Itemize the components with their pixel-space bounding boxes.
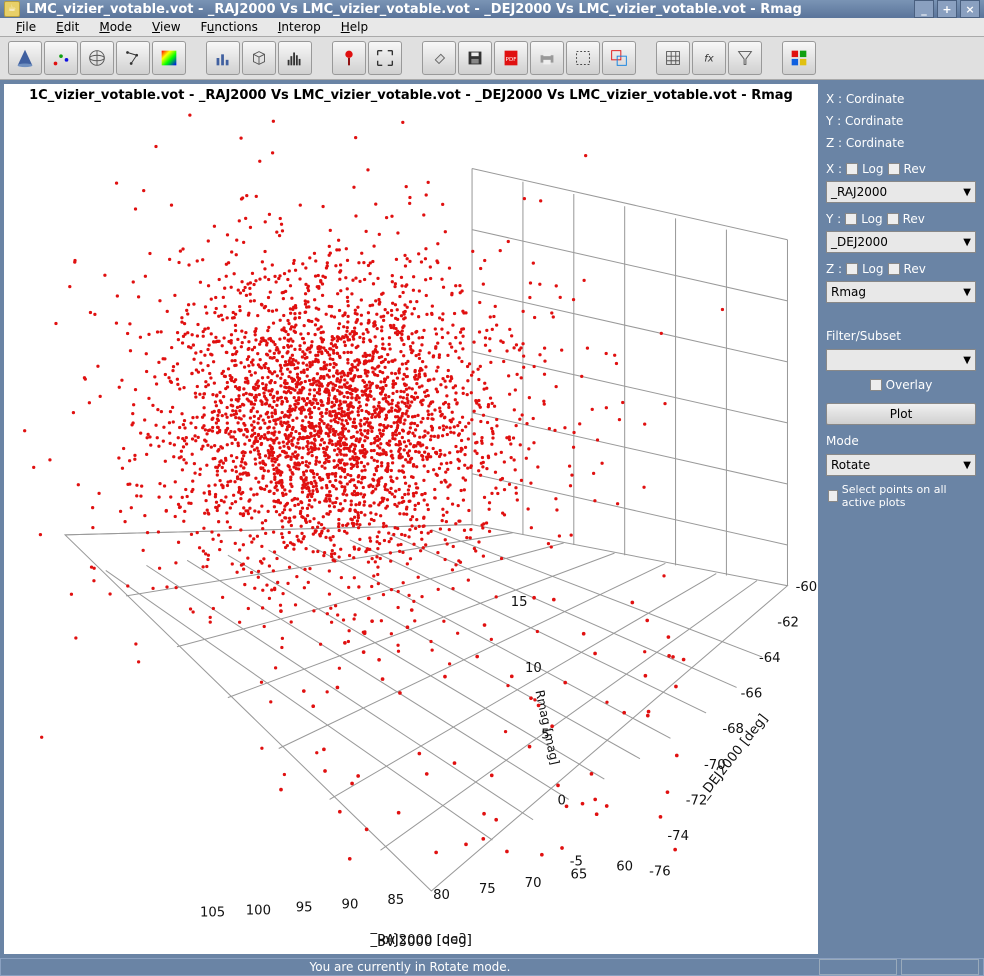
status-box-2 — [901, 959, 979, 975]
svg-text:75: 75 — [479, 882, 496, 897]
select-region-icon[interactable] — [566, 41, 600, 75]
globe-icon[interactable] — [80, 41, 114, 75]
svg-text:0: 0 — [558, 793, 566, 808]
pdf-icon[interactable]: PDF — [494, 41, 528, 75]
filter-label: Filter/Subset — [826, 329, 976, 343]
window-title: LMC_vizier_votable.vot - _RAJ2000 Vs LMC… — [26, 2, 911, 17]
svg-text:-62: -62 — [777, 615, 799, 630]
cone-icon[interactable] — [8, 41, 42, 75]
svg-text:-66: -66 — [741, 687, 763, 702]
svg-text:-60: -60 — [796, 580, 818, 595]
z-axis-select[interactable]: Rmag▼ — [826, 281, 976, 303]
svg-text:105: 105 — [200, 905, 225, 920]
y-axis-select[interactable]: _DEJ2000▼ — [826, 231, 976, 253]
y-rev-checkbox[interactable] — [887, 213, 899, 225]
status-bar: You are currently in Rotate mode. — [0, 958, 984, 976]
svg-text:100: 100 — [246, 903, 271, 918]
cube-icon[interactable] — [242, 41, 276, 75]
z-rev-checkbox[interactable] — [888, 263, 900, 275]
barchart-icon[interactable] — [206, 41, 240, 75]
scatter-icon[interactable] — [44, 41, 78, 75]
content-area: 1C_vizier_votable.vot - _RAJ2000 Vs LMC_… — [0, 80, 984, 958]
pin-icon[interactable] — [332, 41, 366, 75]
svg-text:-76: -76 — [649, 865, 671, 880]
status-box-1 — [819, 959, 897, 975]
svg-text:90: 90 — [342, 897, 359, 912]
grid-icon[interactable] — [656, 41, 690, 75]
funnel-icon[interactable] — [728, 41, 762, 75]
y-log-checkbox[interactable] — [845, 213, 857, 225]
plot-area[interactable]: 105100 9590 8580 7570 6560 -60-62 -64-66… — [4, 106, 818, 954]
z-axis-row: Z : Log Rev — [826, 262, 976, 276]
print-icon[interactable] — [530, 41, 564, 75]
eraser-icon[interactable] — [422, 41, 456, 75]
menu-edit[interactable]: Edit — [46, 18, 89, 36]
menu-view[interactable]: View — [142, 18, 190, 36]
svg-text:65: 65 — [570, 868, 587, 883]
constellation-icon[interactable] — [116, 41, 150, 75]
svg-text:Rmag [mag]: Rmag [mag] — [532, 689, 562, 766]
svg-text:95: 95 — [296, 900, 313, 915]
svg-text:PDF: PDF — [506, 57, 517, 63]
svg-text:70: 70 — [525, 876, 542, 891]
x-log-checkbox[interactable] — [846, 163, 858, 175]
plot-title: 1C_vizier_votable.vot - _RAJ2000 Vs LMC_… — [4, 84, 818, 106]
overlay-checkbox[interactable] — [870, 379, 882, 391]
toolbar: PDF fx — [0, 37, 984, 80]
palette-icon[interactable] — [782, 41, 816, 75]
svg-text:-74: -74 — [667, 829, 689, 844]
svg-text:80: 80 — [433, 888, 450, 903]
rainbow-icon[interactable] — [152, 41, 186, 75]
svg-text:_RAJ2000 [deg]: _RAJ2000 [deg] — [370, 933, 472, 948]
titlebar: ☕ LMC_vizier_votable.vot - _RAJ2000 Vs L… — [0, 0, 984, 18]
x-rev-checkbox[interactable] — [888, 163, 900, 175]
select-points-checkbox[interactable] — [828, 490, 838, 502]
close-button[interactable]: × — [960, 0, 980, 18]
select-points-row: Select points on all active plots — [828, 483, 976, 509]
java-icon: ☕ — [4, 1, 20, 17]
x-coord-label: X : Cordinate — [826, 92, 976, 106]
svg-text:15: 15 — [511, 595, 528, 610]
side-panel: X : Cordinate Y : Cordinate Z : Cordinat… — [822, 84, 980, 954]
fx-icon[interactable]: fx — [692, 41, 726, 75]
svg-text:-5: -5 — [570, 855, 583, 870]
plot-button[interactable]: Plot — [826, 403, 976, 425]
menu-help[interactable]: Help — [331, 18, 378, 36]
menu-interop[interactable]: Interop — [268, 18, 331, 36]
menu-functions[interactable]: Functions — [191, 18, 268, 36]
svg-text:-64: -64 — [759, 651, 781, 666]
z-log-checkbox[interactable] — [846, 263, 858, 275]
x-axis-row: X : Log Rev — [826, 162, 976, 176]
floppy-icon[interactable] — [458, 41, 492, 75]
z-coord-label: Z : Cordinate — [826, 136, 976, 150]
menu-mode[interactable]: Mode — [89, 18, 142, 36]
y-axis-row: Y : Log Rev — [826, 212, 976, 226]
maximize-button[interactable]: + — [937, 0, 957, 18]
plot-pane: 1C_vizier_votable.vot - _RAJ2000 Vs LMC_… — [4, 84, 818, 954]
plot-3d-scatter[interactable]: 105100 9590 8580 7570 6560 -60-62 -64-66… — [4, 106, 818, 954]
minimize-button[interactable]: _ — [914, 0, 934, 18]
menu-file[interactable]: File — [6, 18, 46, 36]
overlap-regions-icon[interactable] — [602, 41, 636, 75]
svg-text:10: 10 — [525, 661, 542, 676]
svg-text:fx: fx — [704, 54, 715, 65]
histogram-icon[interactable] — [278, 41, 312, 75]
y-coord-label: Y : Cordinate — [826, 114, 976, 128]
menubar: File Edit Mode View Functions Interop He… — [0, 18, 984, 37]
status-text: You are currently in Rotate mode. — [1, 960, 819, 974]
filter-select[interactable]: ▼ — [826, 349, 976, 371]
x-axis-select[interactable]: _RAJ2000▼ — [826, 181, 976, 203]
svg-text:85: 85 — [387, 893, 404, 908]
svg-text:60: 60 — [616, 860, 633, 875]
mode-select[interactable]: Rotate▼ — [826, 454, 976, 476]
mode-label: Mode — [826, 434, 976, 448]
expand-icon[interactable] — [368, 41, 402, 75]
